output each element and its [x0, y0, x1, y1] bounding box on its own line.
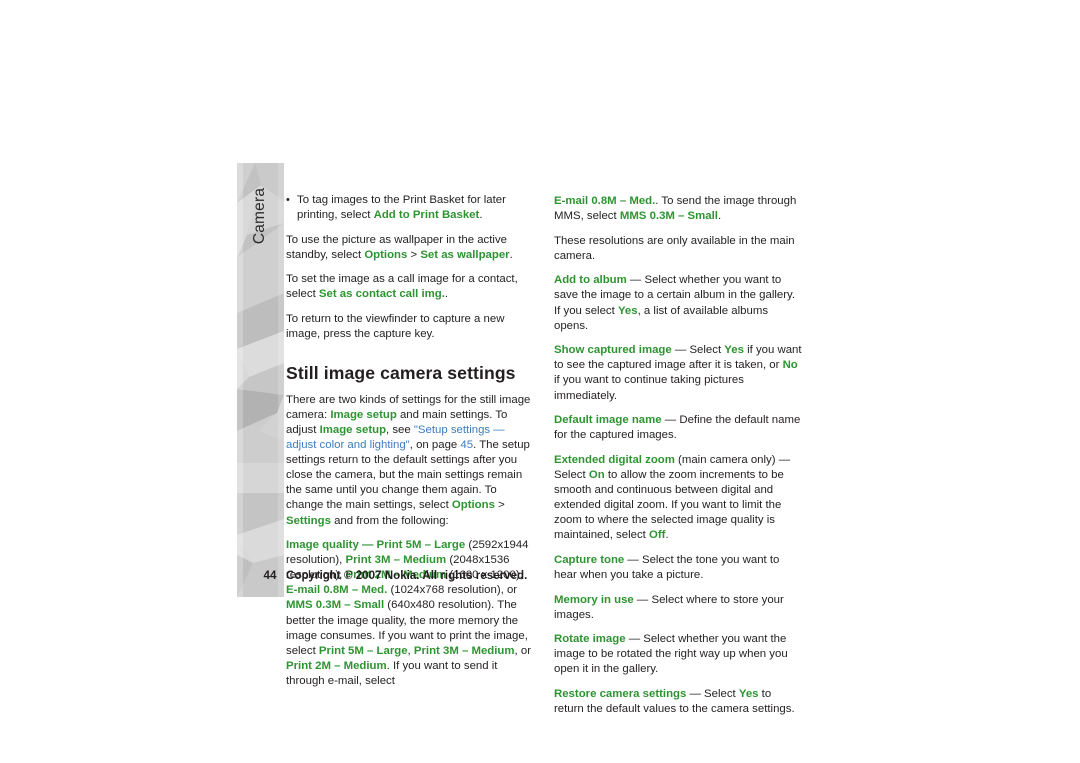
paragraph-two-kinds-of-settings: There are two kinds of settings for the …	[286, 393, 531, 527]
chapter-tab-facets	[237, 163, 284, 597]
right-text-column: E-mail 0.8M – Med.. To send the image th…	[554, 194, 802, 727]
list-item-text: To tag images to the Print Basket for la…	[297, 193, 534, 223]
paragraph-restore-camera-settings: Restore camera settings — Select Yes to …	[554, 688, 795, 716]
chapter-tab-graphic	[237, 163, 284, 597]
paragraph-contact-call-image: To set the image as a call image for a c…	[286, 273, 518, 301]
paragraph-rotate-image: Rotate image — Select whether you want t…	[554, 633, 788, 676]
manual-page: Camera • To tag images to the Print Bask…	[0, 0, 1080, 763]
paragraph-show-captured-image: Show captured image — Select Yes if you …	[554, 344, 802, 402]
bullet-marker: •	[286, 194, 290, 206]
copyright-notice: Copyright © 2007 Nokia. All rights reser…	[286, 569, 528, 582]
paragraph-extended-digital-zoom: Extended digital zoom (main camera only)…	[554, 453, 791, 542]
paragraph-return-viewfinder: To return to the viewfinder to capture a…	[286, 313, 505, 341]
page-title: Still image camera settings	[286, 362, 516, 383]
bullet-text-after: .	[479, 209, 483, 222]
paragraph-default-image-name: Default image name — Define the default …	[554, 414, 801, 442]
list-item: • To tag images to the Print Basket for …	[286, 193, 534, 223]
page-footer: 44 Copyright © 2007 Nokia. All rights re…	[236, 569, 796, 589]
paragraph-memory-in-use: Memory in use — Select where to store yo…	[554, 593, 784, 621]
left-text-column: • To tag images to the Print Basket for …	[286, 193, 534, 699]
paragraph-email-mms-continuation: E-mail 0.8M – Med.. To send the image th…	[554, 195, 797, 223]
paragraph-add-to-album: Add to album — Select whether you want t…	[554, 274, 796, 332]
paragraph-resolutions-main-camera: These resolutions are only available in …	[554, 234, 795, 262]
page-number: 44	[263, 569, 277, 582]
paragraph-wallpaper: To use the picture as wallpaper in the a…	[286, 233, 513, 261]
ui-term-add-to-print-basket: Add to Print Basket	[373, 209, 480, 222]
paragraph-image-quality: Image quality — Print 5M – Large (2592x1…	[286, 539, 531, 687]
